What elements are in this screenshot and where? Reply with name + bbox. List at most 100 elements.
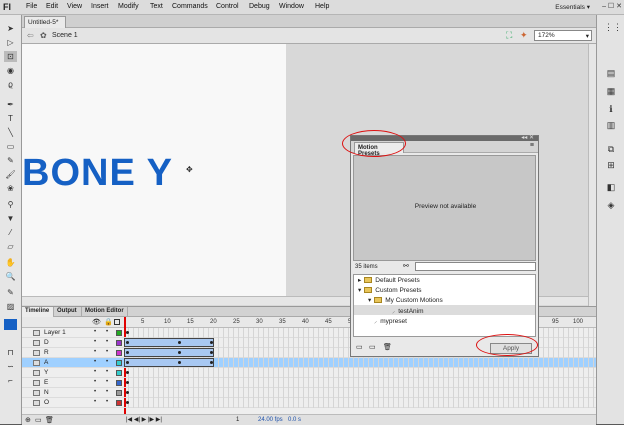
layer-toggle-dot[interactable]: • xyxy=(94,329,96,335)
collapse-arrow-icon[interactable]: ▾ xyxy=(358,287,361,294)
layer-color-swatch[interactable] xyxy=(116,390,122,396)
tree-item-default-presets[interactable]: ▸ Default Presets xyxy=(354,275,535,285)
layer-row[interactable]: E • • xyxy=(22,378,596,388)
new-layer-icon[interactable]: ⊕ xyxy=(25,416,31,424)
collapse-arrow-icon[interactable]: ▾ xyxy=(368,297,371,304)
keyframe[interactable] xyxy=(178,351,181,354)
layer-toggle-dot[interactable]: • xyxy=(94,369,96,375)
motion-tween-span[interactable] xyxy=(124,358,214,367)
zoom-tool-icon[interactable]: 🔍 xyxy=(4,271,17,282)
snap-icon[interactable]: ⊓ xyxy=(4,347,17,358)
subselection-tool-icon[interactable]: ▷ xyxy=(4,37,17,48)
layer-toggle-dot[interactable]: • xyxy=(94,379,96,385)
layer-name[interactable]: Y xyxy=(44,369,48,376)
frame-rate[interactable]: 24.00 fps xyxy=(258,417,283,423)
motion-tween-span[interactable] xyxy=(124,338,214,347)
stage-text[interactable]: BONE Y xyxy=(22,152,173,195)
frame-strip[interactable] xyxy=(124,378,596,388)
align-icon[interactable]: ⧉ xyxy=(604,143,618,155)
tree-item-my-custom-motions[interactable]: ▾ My Custom Motions xyxy=(354,295,535,305)
smooth-icon[interactable]: ∽ xyxy=(4,361,17,372)
layer-toggle-dot[interactable]: • xyxy=(94,339,96,345)
deco-tool-icon[interactable]: ❀ xyxy=(4,183,17,194)
eyedropper-tool-icon[interactable]: ⁄ xyxy=(4,227,17,238)
text-tool-icon[interactable]: T xyxy=(4,113,17,124)
swatches-icon[interactable]: ▥ xyxy=(604,119,618,131)
layer-toggle-dot[interactable]: • xyxy=(94,359,96,365)
keyframe[interactable] xyxy=(178,341,181,344)
menu-window[interactable]: Window xyxy=(279,3,304,10)
eye-icon[interactable]: 👁 xyxy=(92,318,101,326)
layer-row[interactable]: A • • xyxy=(22,358,596,368)
layer-toggle-dot[interactable]: • xyxy=(94,349,96,355)
back-arrow-icon[interactable]: ⇦ xyxy=(27,31,34,40)
layer-toggle-dot[interactable]: • xyxy=(106,349,108,355)
keyframe[interactable] xyxy=(126,391,129,394)
search-input[interactable] xyxy=(415,262,536,271)
info-icon[interactable]: ℹ xyxy=(604,103,618,115)
fill-color-icon[interactable]: ▨ xyxy=(4,301,17,312)
lasso-tool-icon[interactable]: ϱ xyxy=(4,79,17,90)
delete-icon[interactable]: 🗑 xyxy=(383,343,392,351)
layer-name[interactable]: A xyxy=(44,359,48,366)
layer-toggle-dot[interactable]: • xyxy=(106,329,108,335)
transform-icon[interactable]: ⊞ xyxy=(604,159,618,171)
keyframe[interactable] xyxy=(126,371,129,374)
rectangle-tool-icon[interactable]: ▭ xyxy=(4,141,17,152)
stroke-color-icon[interactable]: ✎ xyxy=(4,287,17,298)
layer-toggle-dot[interactable]: • xyxy=(94,399,96,405)
layer-name[interactable]: Layer 1 xyxy=(44,329,66,336)
expand-arrow-icon[interactable]: ▸ xyxy=(358,277,361,284)
3d-rotation-tool-icon[interactable]: ◉ xyxy=(4,65,17,76)
frame-strip[interactable] xyxy=(124,398,596,408)
properties-icon[interactable]: ▤ xyxy=(604,67,618,79)
tab-motion-editor[interactable]: Motion Editor xyxy=(82,307,128,317)
motion-tween-span[interactable] xyxy=(124,348,214,357)
menu-modify[interactable]: Modify xyxy=(118,3,139,10)
panel-menu-icon[interactable]: ≡ xyxy=(530,142,534,149)
bone-tool-icon[interactable]: ⚲ xyxy=(4,199,17,210)
color-swatch-icon[interactable] xyxy=(4,319,17,330)
collapse-icon[interactable]: ◂◂ ✕ xyxy=(521,134,534,141)
keyframe[interactable] xyxy=(210,341,213,344)
tree-item-custom-presets[interactable]: ▾ Custom Presets xyxy=(354,285,535,295)
layer-toggle-dot[interactable]: • xyxy=(106,389,108,395)
tree-item-testanim[interactable]: ⸝ testAnim xyxy=(354,305,535,315)
stage[interactable]: BONE Y xyxy=(22,44,286,298)
library-icon[interactable]: ▦ xyxy=(604,85,618,97)
straighten-icon[interactable]: ⌐ xyxy=(4,375,17,386)
layer-name[interactable]: D xyxy=(44,339,49,346)
frame-strip[interactable] xyxy=(124,368,596,378)
zoom-select[interactable]: 172% ▾ xyxy=(534,30,592,41)
menu-debug[interactable]: Debug xyxy=(249,3,270,10)
layer-name[interactable]: R xyxy=(44,349,49,356)
layer-row[interactable]: O • • xyxy=(22,398,596,408)
menu-commands[interactable]: Commands xyxy=(172,3,208,10)
tab-timeline[interactable]: Timeline xyxy=(22,307,54,317)
layer-color-swatch[interactable] xyxy=(116,370,122,376)
layer-color-swatch[interactable] xyxy=(116,330,122,336)
new-folder-icon[interactable]: ▭ xyxy=(356,343,363,351)
edit-symbols-icon[interactable]: ✦ xyxy=(520,30,528,41)
line-tool-icon[interactable]: ╲ xyxy=(4,127,17,138)
keyframe[interactable] xyxy=(126,341,129,344)
keyframe[interactable] xyxy=(126,381,129,384)
keyframe[interactable] xyxy=(210,361,213,364)
window-controls[interactable]: – ☐ ✕ xyxy=(602,2,622,10)
motion-presets-icon[interactable]: ◈ xyxy=(604,199,618,211)
menu-text[interactable]: Text xyxy=(150,3,163,10)
menu-help[interactable]: Help xyxy=(315,3,329,10)
menu-insert[interactable]: Insert xyxy=(91,3,109,10)
layer-name[interactable]: N xyxy=(44,389,49,396)
pencil-tool-icon[interactable]: ✎ xyxy=(4,155,17,166)
layer-toggle-dot[interactable]: • xyxy=(106,399,108,405)
layer-color-swatch[interactable] xyxy=(116,380,122,386)
layer-toggle-dot[interactable]: • xyxy=(106,369,108,375)
layer-name[interactable]: E xyxy=(44,379,48,386)
color-icon[interactable]: ◧ xyxy=(604,181,618,193)
tab-output[interactable]: Output xyxy=(54,307,82,317)
edit-scene-icon[interactable]: ⛶ xyxy=(506,30,512,41)
layer-row[interactable]: N • • xyxy=(22,388,596,398)
layer-toggle-dot[interactable]: • xyxy=(106,339,108,345)
lock-icon[interactable]: 🔒 xyxy=(104,318,113,326)
